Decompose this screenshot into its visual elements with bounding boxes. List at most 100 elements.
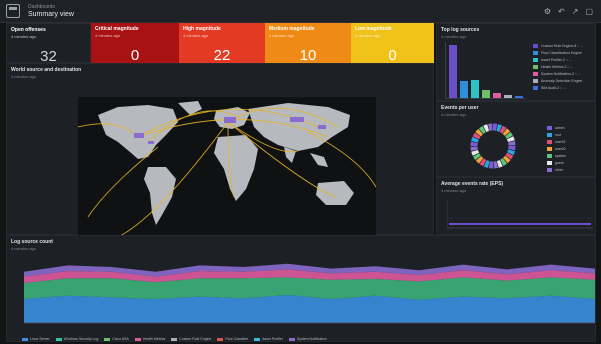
card-subtitle: 4 minutes ago (11, 34, 37, 39)
bar-chart[interactable] (445, 42, 526, 99)
legend-item[interactable]: SIM Audit-2 :: ... (533, 84, 595, 91)
donut-slice[interactable] (505, 131, 513, 139)
panel-subtitle: 4 minutes ago (441, 112, 467, 117)
legend-swatch (533, 64, 538, 69)
share-icon[interactable]: ↶ (558, 7, 565, 16)
legend-item[interactable]: system (547, 152, 595, 159)
card-title: Open offenses (11, 27, 46, 33)
legend-item[interactable]: Custom Rule Engine (171, 337, 211, 341)
card-value: 10 (299, 47, 317, 64)
legend-item[interactable]: Health Metrics (134, 337, 166, 341)
area-series[interactable] (24, 295, 595, 323)
legend-label: user02 (555, 146, 566, 151)
stacked-area-chart[interactable] (24, 257, 595, 331)
legend-item[interactable]: Health Metrics-2 :: ... (533, 63, 595, 70)
donut-slice[interactable] (475, 128, 483, 137)
donut-slice[interactable] (475, 156, 484, 164)
legend-item[interactable]: System Notification-2 :: ... (533, 70, 595, 77)
legend-label: Custom Rule Engine (179, 337, 212, 341)
legend-item[interactable]: guest (547, 159, 595, 166)
card-value: 22 (213, 47, 231, 64)
eps-line-chart[interactable]: ..... (447, 198, 593, 232)
donut-slice[interactable] (507, 149, 515, 156)
donut-slice[interactable] (496, 159, 503, 168)
legend-item[interactable]: Flow Classification Engine (533, 49, 595, 56)
donut-slice[interactable] (505, 152, 514, 160)
legend-swatch (533, 85, 538, 90)
donut-slice[interactable] (472, 132, 481, 140)
gear-icon[interactable]: ⚙ (544, 7, 551, 16)
legend-item[interactable]: Asset Profiler (254, 337, 283, 341)
events-per-user-panel: Events per user 4 minutes ago admin root u… (436, 101, 596, 177)
bar[interactable] (493, 93, 501, 98)
bar[interactable] (515, 95, 523, 98)
legend-item[interactable]: Flow Classifier (217, 337, 248, 341)
donut-slice[interactable] (496, 124, 503, 132)
legend-label: admin (555, 125, 565, 130)
donut-slice[interactable] (483, 160, 490, 168)
panel-subtitle: 4 minutes ago (11, 74, 37, 79)
critical-magnitude-card[interactable]: Critical magnitude 4 minutes ago 0 (91, 23, 179, 64)
high-magnitude-card[interactable]: High magnitude 4 minutes ago 22 (179, 23, 265, 64)
low-magnitude-card[interactable]: Low magnitude 4 minutes ago 0 (351, 23, 434, 64)
donut-chart[interactable] (467, 120, 519, 172)
legend-item[interactable]: Custom Rule Engine-8 :: ... (533, 42, 595, 49)
donut-slice[interactable] (473, 153, 481, 161)
donut-slice[interactable] (503, 155, 511, 164)
expand-icon[interactable]: ↗ (572, 7, 579, 16)
breadcrumb[interactable]: Dashboards (28, 3, 74, 11)
panel-subtitle: 4 minutes ago (441, 34, 467, 39)
legend-item[interactable]: admin (547, 124, 595, 131)
legend-label: Linux Server (30, 337, 50, 341)
area-series[interactable] (24, 277, 595, 300)
legend-swatch (547, 146, 552, 151)
donut-slice[interactable] (479, 158, 487, 167)
legend-swatch (533, 78, 538, 83)
bar[interactable] (504, 95, 512, 98)
donut-slice[interactable] (471, 149, 480, 156)
legend-item[interactable]: user01 (547, 138, 595, 145)
top-bar: Dashboards Summary view ⚙ ↶ ↗ ▢ (0, 0, 601, 23)
donut-slice[interactable] (478, 126, 486, 134)
legend-item[interactable]: user02 (547, 145, 595, 152)
legend-label: Health Metrics (142, 337, 166, 341)
legend-swatch (547, 132, 552, 137)
legend-swatch (134, 337, 141, 341)
medium-magnitude-card[interactable]: Medium magnitude 4 minutes ago 10 (265, 23, 351, 64)
legend-item[interactable]: root (547, 131, 595, 138)
panel-subtitle: 4 minutes ago (11, 246, 37, 251)
legend-item[interactable]: Anomaly Detection Engine (533, 77, 595, 84)
legend-item[interactable]: Linux Server (22, 337, 50, 341)
open-offenses-card[interactable]: Open offenses 4 minutes ago 32 (6, 23, 91, 65)
fullscreen-icon[interactable]: ▢ (585, 7, 593, 16)
card-subtitle: 4 minutes ago (355, 33, 381, 38)
svg-text:.: . (487, 229, 488, 233)
svg-text:.: . (577, 229, 578, 233)
donut-slice[interactable] (483, 124, 490, 133)
bar[interactable] (482, 89, 490, 98)
donut-slice[interactable] (471, 136, 479, 143)
bar[interactable] (449, 44, 457, 98)
legend-item[interactable]: other (547, 166, 595, 173)
legend-label: System Notification-2 :: ... (541, 71, 581, 76)
world-map[interactable] (77, 97, 377, 242)
legend-label: Windows Security Log (63, 337, 99, 341)
card-value: 0 (130, 47, 140, 64)
legend-swatch (254, 337, 261, 341)
svg-text:.: . (457, 229, 458, 233)
card-subtitle: 4 minutes ago (183, 33, 209, 38)
legend-item[interactable]: System Notification (288, 337, 327, 341)
legend-item[interactable]: Asset Profiler-2 :: ... (533, 56, 595, 63)
donut-slice[interactable] (506, 136, 515, 143)
legend-label: Health Metrics-2 :: ... (541, 64, 574, 69)
legend-item[interactable]: Windows Security Log (55, 337, 99, 341)
donut-slice[interactable] (500, 158, 508, 166)
donut-slice[interactable] (502, 128, 511, 136)
bar[interactable] (460, 81, 468, 98)
donut-slice[interactable] (499, 125, 507, 134)
dashboard-icon[interactable] (6, 4, 20, 18)
panel-title: Log source count (11, 239, 53, 245)
bar[interactable] (471, 79, 479, 98)
legend-item[interactable]: Cisco ASA (104, 337, 129, 341)
card-subtitle: 4 minutes ago (95, 33, 121, 38)
